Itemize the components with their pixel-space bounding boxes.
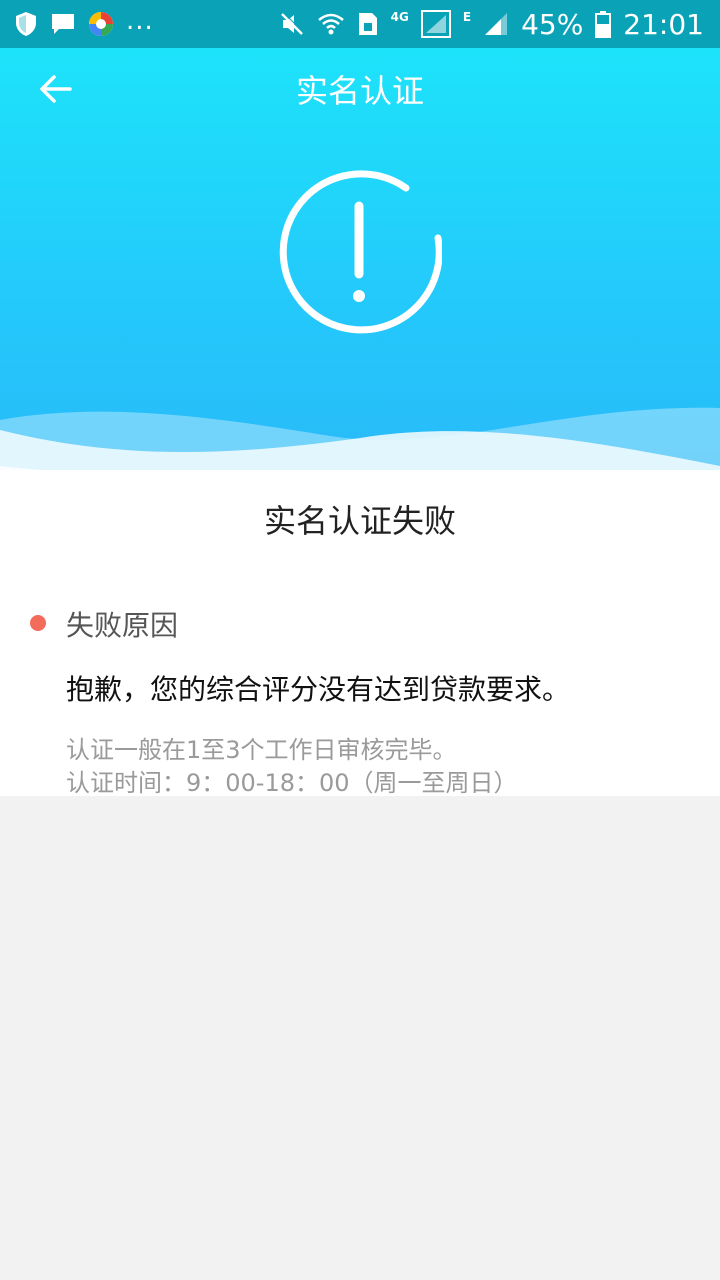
- clock: 21:01: [623, 7, 704, 41]
- status-bar-right: 4G E 45% 21:01: [279, 6, 704, 42]
- result-panel: 实名认证失败 失败原因 抱歉，您的综合评分没有达到贷款要求。 认证一般在1至3个…: [0, 470, 720, 797]
- wifi-icon: [317, 13, 344, 35]
- battery-percent: 45%: [521, 7, 584, 41]
- status-bar-left: ...: [14, 6, 154, 40]
- reason-label: 失败原因: [66, 609, 179, 642]
- reason-text: 抱歉，您的综合评分没有达到贷款要求。: [66, 673, 571, 706]
- battery-icon: [595, 11, 612, 38]
- review-hours-note: 认证时间：9：00-18：00（周一至周日）: [66, 769, 518, 797]
- signal-icon: [420, 10, 451, 38]
- mute-icon: [280, 12, 304, 35]
- sim-icon: [358, 13, 377, 35]
- app-icon: [89, 12, 113, 36]
- network-4g-label: 4G: [390, 10, 409, 24]
- network-e-label: E: [462, 10, 472, 24]
- notification-more: ...: [126, 6, 154, 36]
- status-bar: ... 4G E 45% 21:01: [0, 0, 720, 48]
- review-period-note: 认证一般在1至3个工作日审核完毕。: [66, 736, 457, 764]
- result-title: 实名认证失败: [263, 502, 456, 540]
- signal-bars-icon: [485, 13, 508, 35]
- alert-circle-icon: [279, 170, 442, 334]
- reason-bullet: [30, 615, 46, 631]
- message-icon: [52, 14, 74, 34]
- page-title: 实名认证: [295, 72, 424, 110]
- shield-icon: [16, 12, 36, 36]
